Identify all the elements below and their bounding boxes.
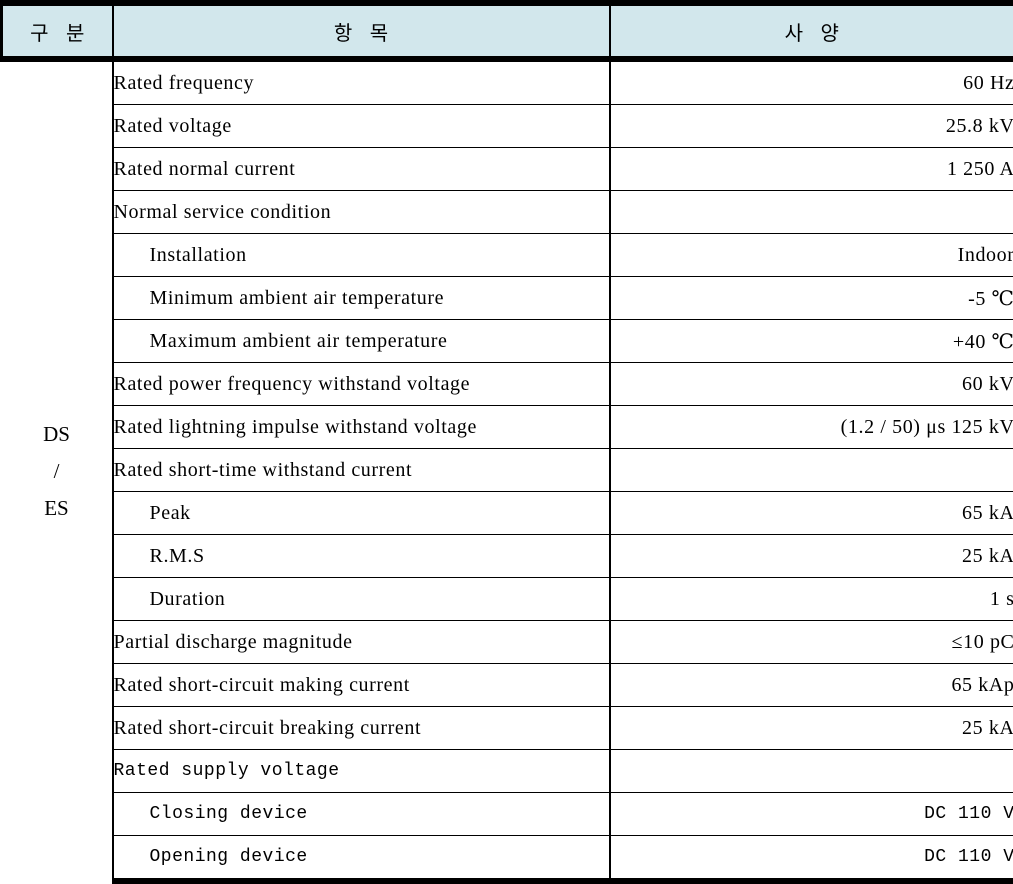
division-label-line: DS (2, 416, 112, 453)
specification-value: 1 250 A (610, 148, 1013, 191)
item-label: Rated lightning impulse withstand voltag… (113, 406, 610, 449)
specification-table: 구 분 항 목 사 양 DS/ESRated frequency60 HzRat… (0, 0, 1013, 884)
table-row: Maximum ambient air temperature+40 ℃ (2, 320, 1013, 363)
item-label: Rated power frequency withstand voltage (113, 363, 610, 406)
column-header-division: 구 분 (2, 3, 113, 59)
table-row: Normal service condition (2, 191, 1013, 234)
specification-value: 60 Hz (610, 59, 1013, 105)
specification-value: 25 kA (610, 707, 1013, 750)
table-row: Rated short-circuit making current65 kAp (2, 664, 1013, 707)
table-header-row: 구 분 항 목 사 양 (2, 3, 1013, 59)
table-row: Rated power frequency withstand voltage6… (2, 363, 1013, 406)
table-row: Rated supply voltage (2, 750, 1013, 793)
specification-value: 1 s (610, 578, 1013, 621)
table-row: Rated normal current1 250 A (2, 148, 1013, 191)
specification-value: +40 ℃ (610, 320, 1013, 363)
division-label-line: / (2, 453, 112, 490)
table-row: Rated voltage25.8 kV (2, 105, 1013, 148)
item-label: Rated supply voltage (113, 750, 610, 793)
table-row: Rated lightning impulse withstand voltag… (2, 406, 1013, 449)
item-label: R.M.S (113, 535, 610, 578)
table-row: Partial discharge magnitude≤10 pC (2, 621, 1013, 664)
item-label: Rated short-time withstand current (113, 449, 610, 492)
table-row: Rated short-time withstand current (2, 449, 1013, 492)
item-label: Duration (113, 578, 610, 621)
division-label-line: ES (2, 490, 112, 527)
table-row: DS/ESRated frequency60 Hz (2, 59, 1013, 105)
table-row: Opening deviceDC 110 V (2, 836, 1013, 882)
specification-value (610, 750, 1013, 793)
table-row: Closing deviceDC 110 V (2, 793, 1013, 836)
column-header-specification: 사 양 (610, 3, 1013, 59)
specification-value: DC 110 V (610, 793, 1013, 836)
item-label: Maximum ambient air temperature (113, 320, 610, 363)
item-label: Partial discharge magnitude (113, 621, 610, 664)
table-row: R.M.S25 kA (2, 535, 1013, 578)
table-row: Minimum ambient air temperature-5 ℃ (2, 277, 1013, 320)
table-row: Duration1 s (2, 578, 1013, 621)
item-label: Normal service condition (113, 191, 610, 234)
specification-value: 25.8 kV (610, 105, 1013, 148)
specification-value (610, 191, 1013, 234)
item-label: Rated frequency (113, 59, 610, 105)
item-label: Rated short-circuit making current (113, 664, 610, 707)
item-label: Peak (113, 492, 610, 535)
specification-value: ≤10 pC (610, 621, 1013, 664)
table-row: InstallationIndoor (2, 234, 1013, 277)
item-label: Rated voltage (113, 105, 610, 148)
division-label: DS/ES (2, 59, 113, 881)
item-label: Installation (113, 234, 610, 277)
table-body: DS/ESRated frequency60 HzRated voltage25… (2, 59, 1013, 881)
column-header-item: 항 목 (113, 3, 610, 59)
item-label: Minimum ambient air temperature (113, 277, 610, 320)
table-row: Rated short-circuit breaking current25 k… (2, 707, 1013, 750)
specification-value: -5 ℃ (610, 277, 1013, 320)
item-label: Rated short-circuit breaking current (113, 707, 610, 750)
specification-value: Indoor (610, 234, 1013, 277)
specification-value (610, 449, 1013, 492)
item-label: Closing device (113, 793, 610, 836)
specification-value: 25 kA (610, 535, 1013, 578)
item-label: Opening device (113, 836, 610, 882)
specification-value: 65 kAp (610, 664, 1013, 707)
specification-value: 65 kA (610, 492, 1013, 535)
specification-value: (1.2 / 50) μs 125 kV (610, 406, 1013, 449)
item-label: Rated normal current (113, 148, 610, 191)
specification-value: DC 110 V (610, 836, 1013, 882)
specification-value: 60 kV (610, 363, 1013, 406)
table-row: Peak65 kA (2, 492, 1013, 535)
